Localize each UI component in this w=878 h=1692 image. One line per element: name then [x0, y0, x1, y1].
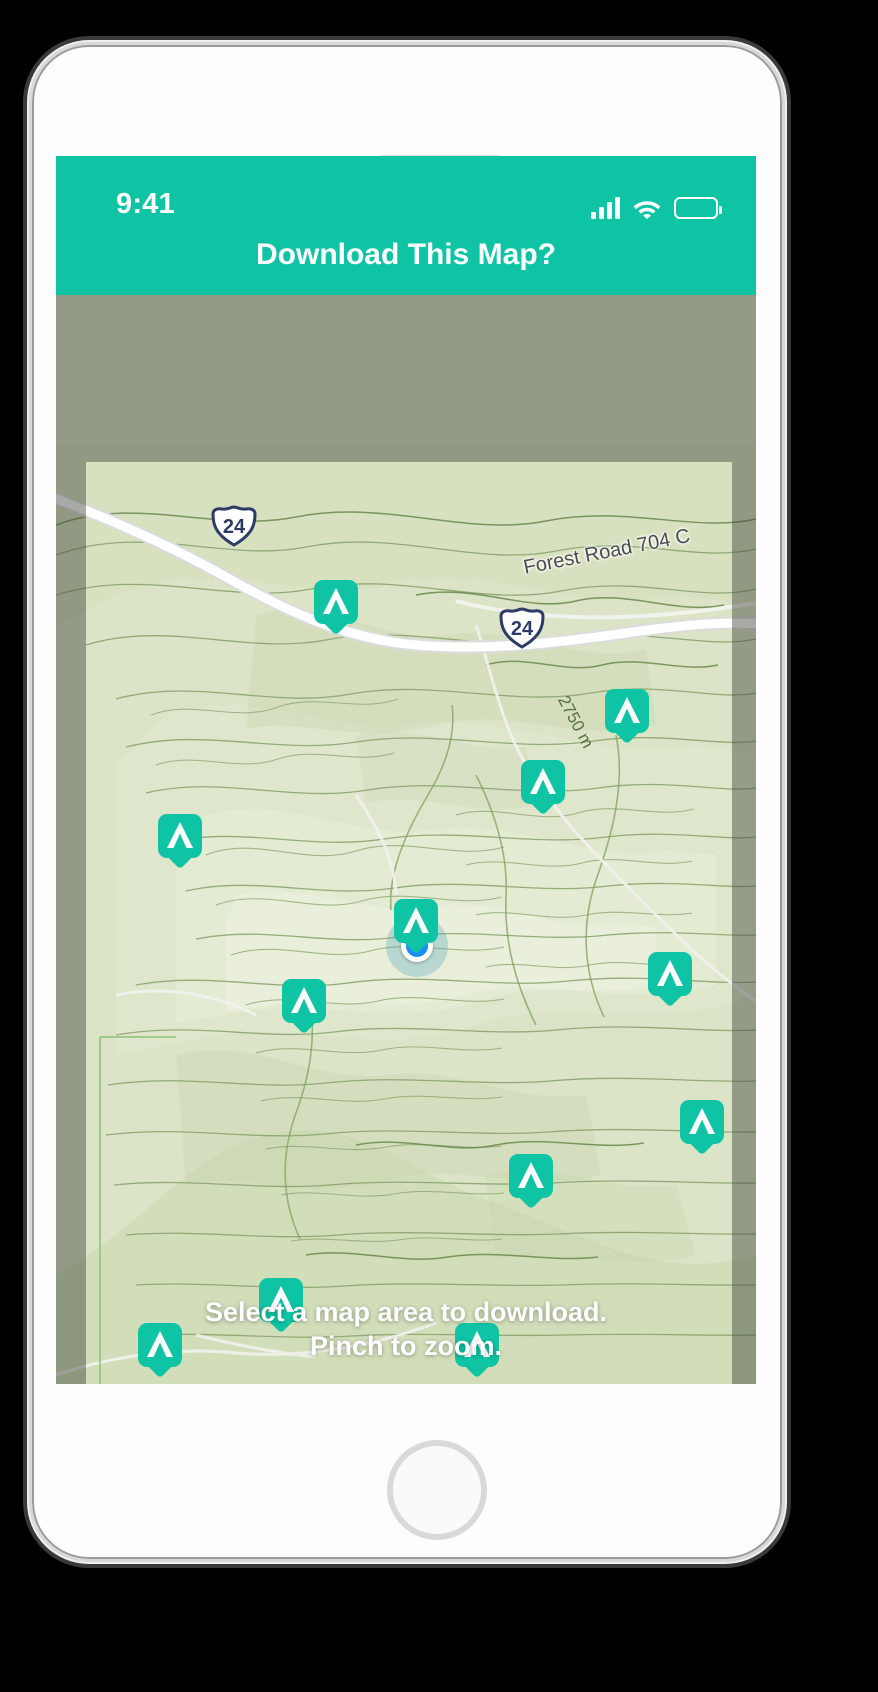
campsite-pin-icon[interactable]	[509, 1154, 553, 1210]
selection-dim-top	[56, 295, 756, 462]
campsite-pin-icon[interactable]	[521, 760, 565, 816]
campsite-pin-icon[interactable]	[158, 814, 202, 870]
campsite-pin-icon[interactable]	[314, 580, 358, 636]
map-instruction-line-2: Pinch to zoom.	[310, 1331, 502, 1362]
battery-full-icon	[674, 197, 722, 219]
download-map-dialog: 9:41 Download This Map? 24 24 Forest Roa…	[56, 156, 756, 1384]
highway-shield-24-west: 24	[211, 506, 257, 548]
status-bar-icons	[591, 191, 722, 219]
map-instruction-line-1: Select a map area to download.	[204, 1296, 608, 1327]
highway-shield-label: 24	[222, 515, 246, 538]
map-instruction-text: Select a map area to download. Pinch to …	[56, 1295, 756, 1364]
campsite-pin-icon[interactable]	[394, 899, 438, 955]
highway-shield-24-east: 24	[499, 608, 545, 650]
campsite-pin-icon[interactable]	[648, 952, 692, 1008]
wifi-icon	[633, 201, 661, 219]
campsite-pin-icon[interactable]	[282, 979, 326, 1035]
selection-dim-left	[56, 462, 86, 1384]
campsite-pin-icon[interactable]	[605, 689, 649, 745]
page-title: Download This Map?	[256, 238, 556, 271]
cellular-signal-icon	[591, 197, 620, 219]
map-viewport[interactable]: 24 24 Forest Road 704 C 2750 m Select a …	[56, 295, 756, 1384]
phone-home-button[interactable]	[387, 1440, 487, 1540]
status-bar: 9:41	[56, 186, 756, 226]
selection-dim-right	[732, 462, 756, 1384]
dialog-header: 9:41 Download This Map?	[56, 156, 756, 295]
status-bar-time: 9:41	[116, 188, 175, 220]
campsite-pin-icon[interactable]	[680, 1100, 724, 1156]
highway-shield-label: 24	[510, 617, 534, 640]
